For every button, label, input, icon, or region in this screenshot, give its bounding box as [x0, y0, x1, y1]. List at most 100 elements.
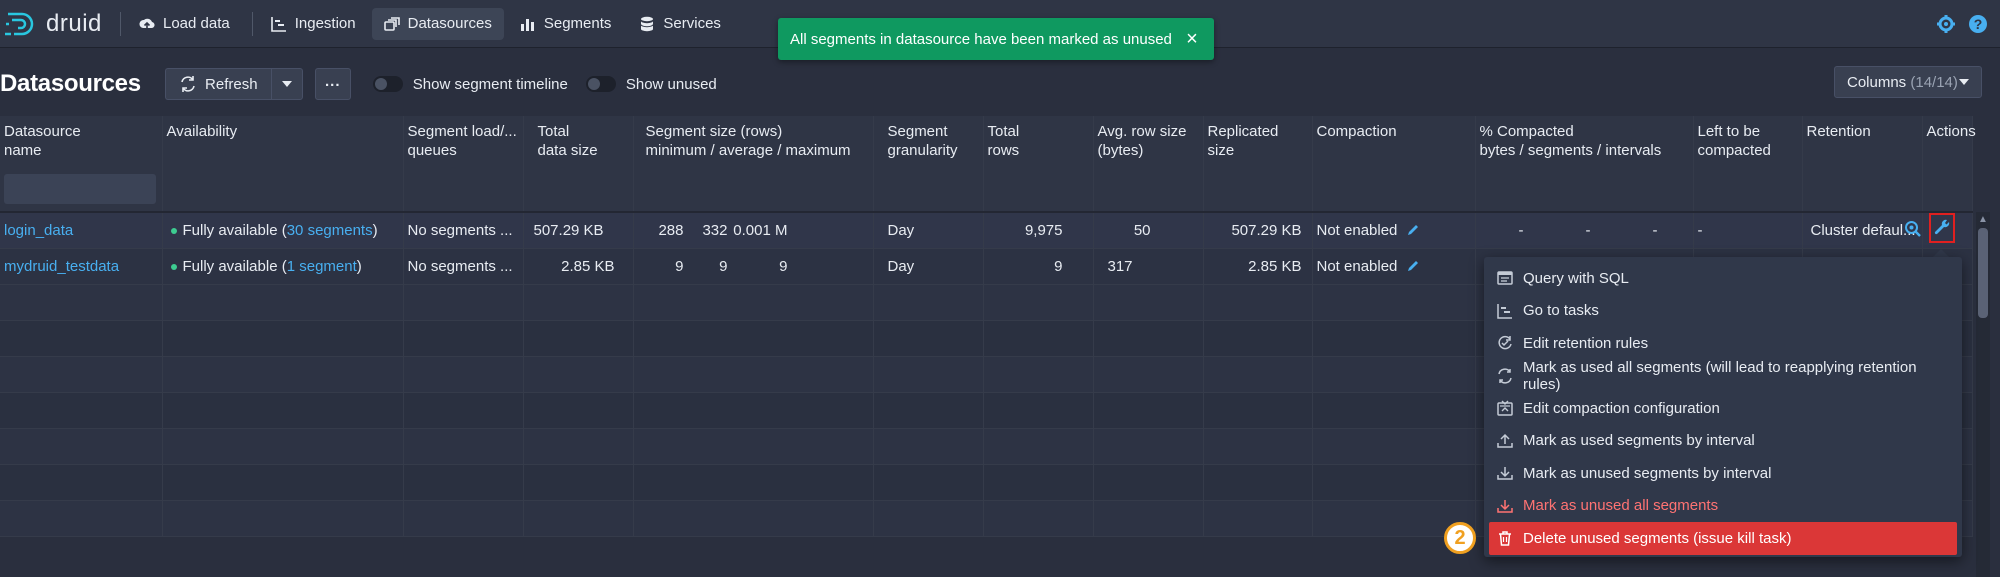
columns-button[interactable]: Columns (14/14) — [1834, 66, 1982, 98]
menu-item-mark-used-interval[interactable]: Mark as used segments by interval — [1489, 425, 1957, 458]
filter-row — [0, 166, 1973, 213]
column-header[interactable]: Replicated size — [1203, 116, 1313, 166]
column-header[interactable]: Total rows — [983, 116, 1094, 166]
scrollbar-thumb[interactable] — [1978, 228, 1988, 318]
datasource-actions-menu: Query with SQL Go to tasks Edit retentio… — [1484, 257, 1962, 557]
switch-control[interactable] — [585, 76, 616, 92]
columns-label: Columns (14/14) — [1847, 73, 1958, 91]
table-row: login_data Fully available (30 segments)… — [0, 212, 1973, 249]
column-header[interactable]: % Compacted bytes / segments / intervals — [1475, 116, 1694, 166]
compacted-percent-cell: --- — [1475, 212, 1694, 249]
left-to-compact-cell: - — [1693, 212, 1803, 249]
toast-message: All segments in datasource have been mar… — [790, 30, 1172, 48]
total-size-cell: 507.29 KB — [523, 212, 634, 249]
column-header[interactable]: Total data size — [523, 116, 634, 166]
gantt-chart-icon — [1497, 303, 1512, 319]
availability-cell: Fully available (30 segments) — [162, 212, 404, 249]
filter-cell — [0, 166, 163, 213]
replicated-size-cell: 507.29 KB — [1203, 212, 1313, 249]
datasource-filter-input[interactable] — [4, 173, 156, 204]
column-header[interactable]: Datasource name — [0, 116, 163, 166]
download-icon — [1497, 499, 1513, 513]
druid-logo[interactable]: druid — [4, 10, 114, 38]
menu-item-edit-compaction[interactable]: Edit compaction configuration — [1489, 392, 1957, 425]
menu-item-mark-unused-all[interactable]: Mark as unused all segments — [1489, 490, 1957, 523]
actions-wrench-button[interactable] — [1929, 213, 1955, 243]
database-icon — [640, 16, 654, 31]
nav-divider — [120, 11, 121, 36]
granularity-cell: Day — [873, 212, 984, 249]
refresh-dropdown-button[interactable] — [270, 68, 303, 100]
caret-down-icon — [1959, 79, 1969, 85]
menu-item-delete-unused[interactable]: Delete unused segments (issue kill task) — [1489, 522, 1957, 555]
datasource-name-link[interactable]: login_data — [0, 212, 163, 249]
wrench-icon — [1934, 219, 1950, 235]
toggle-segment-timeline[interactable]: Show segment timeline — [372, 75, 568, 93]
compaction-cell[interactable]: Not enabled — [1312, 248, 1476, 285]
column-header[interactable]: Segment granularity — [873, 116, 984, 166]
download-icon — [1497, 467, 1513, 480]
segments-link[interactable]: 30 segments — [287, 222, 373, 239]
nav-label: Load data — [163, 15, 230, 32]
total-size-cell: 2.85 KB — [523, 248, 634, 285]
toggle-label: Show segment timeline — [412, 75, 568, 93]
top-right-actions: ? — [1936, 14, 1988, 34]
column-header[interactable]: Availability — [162, 116, 404, 166]
scroll-up-icon[interactable]: ▲ — [1978, 214, 1988, 225]
column-header[interactable]: Retention — [1802, 116, 1923, 166]
switch-control[interactable] — [372, 76, 403, 92]
application-icon — [1497, 271, 1513, 285]
nav-datasources[interactable]: Datasources — [371, 7, 504, 40]
edit-icon[interactable] — [1406, 259, 1420, 273]
segment-size-cell: 999 — [633, 248, 874, 285]
page-title: Datasources — [0, 70, 141, 97]
toggle-show-unused[interactable]: Show unused — [585, 75, 717, 93]
menu-item-edit-retention[interactable]: Edit retention rules — [1489, 327, 1957, 360]
nav-load-data[interactable]: Load data — [127, 8, 242, 40]
datasource-name-link[interactable]: mydruid_testdata — [0, 248, 163, 285]
datasources-controls: Datasources Refresh ... Show segment tim… — [0, 64, 2000, 104]
search-icon[interactable] — [1904, 220, 1922, 238]
success-toast: All segments in datasource have been mar… — [778, 18, 1214, 60]
gear-icon[interactable] — [1936, 14, 1956, 34]
load-queues-cell: No segments ... — [403, 212, 524, 249]
menu-item-query-sql[interactable]: Query with SQL — [1489, 262, 1957, 295]
menu-item-mark-unused-interval[interactable]: Mark as unused segments by interval — [1489, 457, 1957, 490]
load-queues-cell: No segments ... — [403, 248, 524, 285]
stacked-chart-icon — [520, 18, 534, 31]
status-dot-icon — [170, 263, 177, 270]
nav-segments[interactable]: Segments — [508, 8, 624, 40]
druid-logo-icon — [5, 12, 34, 35]
status-dot-icon — [170, 227, 177, 234]
menu-item-mark-used-all[interactable]: Mark as used all segments (will lead to … — [1489, 359, 1957, 393]
avg-row-size-cell: 317 — [1093, 248, 1204, 285]
help-icon[interactable]: ? — [1968, 14, 1988, 34]
nav-services[interactable]: Services — [627, 8, 733, 40]
column-header[interactable]: Avg. row size (bytes) — [1093, 116, 1204, 166]
column-header[interactable]: Actions — [1922, 116, 1976, 166]
more-button[interactable]: ... — [314, 68, 351, 100]
nav-ingestion[interactable]: Ingestion — [259, 8, 368, 40]
caret-down-icon — [281, 81, 292, 87]
granularity-cell: Day — [873, 248, 984, 285]
nav-label: Services — [663, 15, 721, 32]
more-icon: ... — [325, 72, 341, 90]
edit-icon[interactable] — [1406, 223, 1420, 237]
total-rows-cell: 9 — [983, 248, 1094, 285]
refresh-button[interactable]: Refresh — [164, 68, 271, 100]
segments-link[interactable]: 1 segment — [287, 258, 357, 275]
column-header[interactable]: Compaction — [1312, 116, 1476, 166]
availability-cell: Fully available (1 segment) — [162, 248, 404, 285]
refresh-icon — [1498, 368, 1512, 384]
close-icon[interactable]: × — [1180, 27, 1204, 51]
table-header-row: Datasource name Availability Segment load… — [0, 116, 1976, 166]
column-header[interactable]: Segment size (rows) minimum / average / m… — [633, 116, 874, 166]
replicated-size-cell: 2.85 KB — [1203, 248, 1313, 285]
toggle-label: Show unused — [625, 75, 717, 93]
menu-item-go-to-tasks[interactable]: Go to tasks — [1489, 295, 1957, 328]
column-header[interactable]: Segment load/... queues — [403, 116, 524, 166]
compaction-cell[interactable]: Not enabled — [1312, 212, 1476, 249]
column-header[interactable]: Left to be compacted — [1693, 116, 1803, 166]
segment-size-cell: 288 332 0.001 M — [633, 212, 874, 249]
compressed-icon — [1497, 400, 1513, 416]
